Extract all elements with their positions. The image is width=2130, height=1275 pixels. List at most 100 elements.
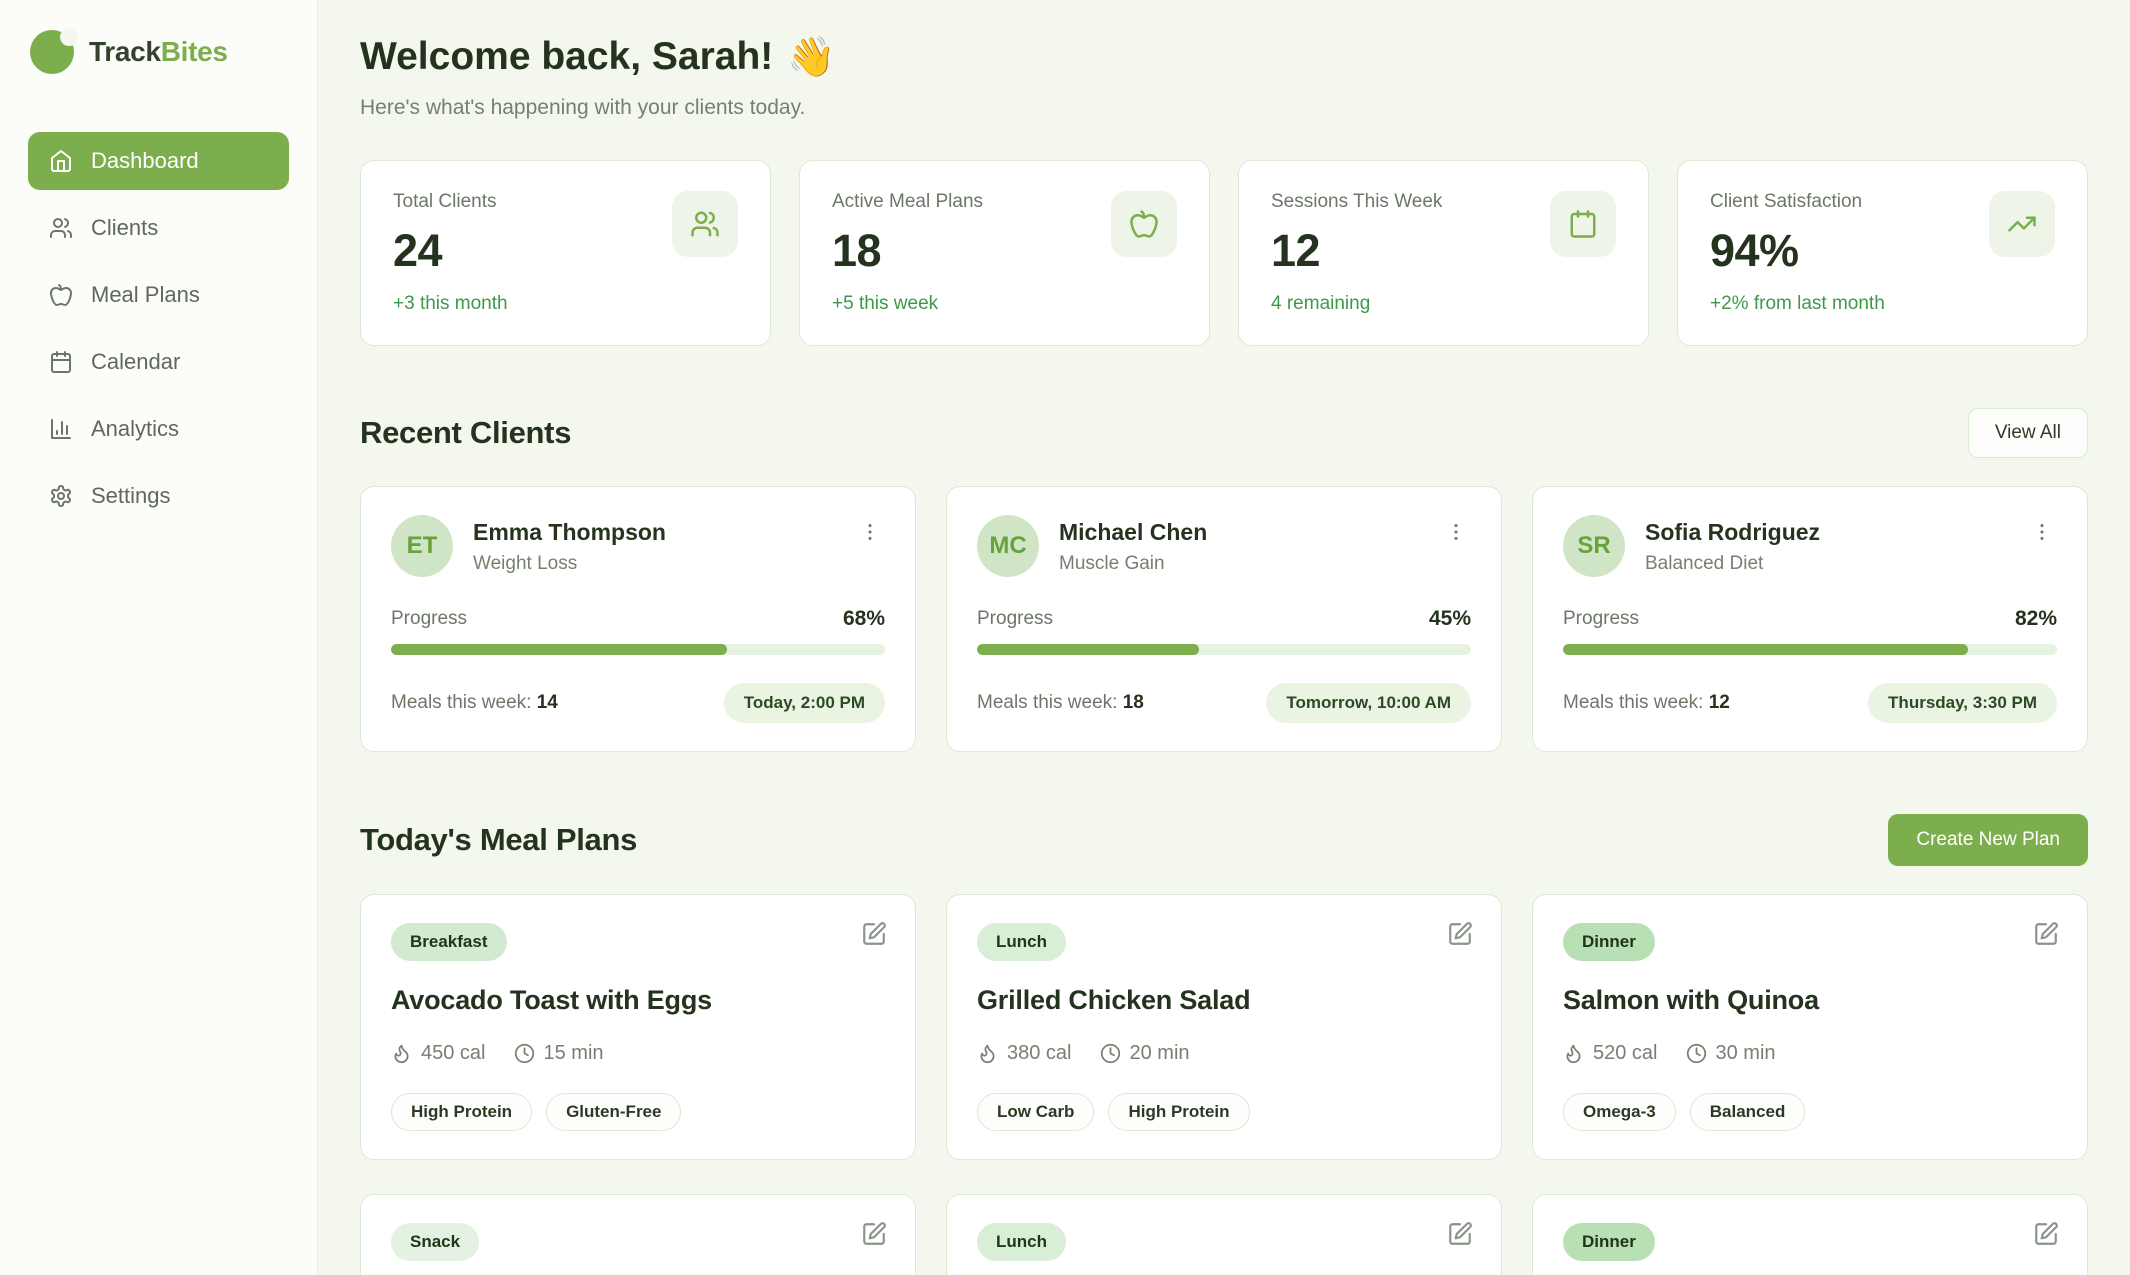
client-identity: Michael Chen Muscle Gain — [1059, 515, 1207, 575]
meal-category-badge: Snack — [391, 1223, 479, 1261]
sidebar-item-label: Clients — [91, 215, 158, 241]
sidebar-item-label: Settings — [91, 483, 171, 509]
kebab-menu-icon[interactable] — [2027, 515, 2057, 549]
stats-row: Total Clients 24 +3 this month Active Me… — [360, 160, 2088, 346]
edit-icon[interactable] — [1447, 1221, 1473, 1247]
meal-tags: Omega-3 Balanced — [1563, 1093, 2057, 1131]
sidebar-item-dashboard[interactable]: Dashboard — [28, 132, 289, 190]
stat-label: Active Meal Plans — [832, 191, 983, 213]
edit-icon[interactable] — [861, 921, 887, 947]
stat-card-sessions: Sessions This Week 12 4 remaining — [1238, 160, 1649, 346]
next-session-badge: Today, 2:00 PM — [724, 683, 885, 723]
progress-bar — [391, 644, 885, 655]
stat-card-text: Sessions This Week 12 4 remaining — [1271, 191, 1442, 315]
calories-value: 450 cal — [421, 1042, 486, 1065]
time-info: 20 min — [1100, 1042, 1190, 1065]
sidebar-item-calendar[interactable]: Calendar — [28, 333, 289, 391]
meal-card-avocado-toast: Breakfast Avocado Toast with Eggs 450 ca… — [360, 894, 916, 1160]
avatar: SR — [1563, 515, 1625, 577]
stat-card-active-meal-plans: Active Meal Plans 18 +5 this week — [799, 160, 1210, 346]
page-subtitle: Here's what's happening with your client… — [360, 96, 2088, 120]
meal-card-grilled-chicken-salad: Lunch Grilled Chicken Salad 380 cal 20 m… — [946, 894, 1502, 1160]
brand-name: TrackBites — [89, 36, 228, 68]
client-goal: Weight Loss — [473, 553, 666, 575]
calories-info: 450 cal — [391, 1042, 486, 1065]
meal-name: Salmon with Quinoa — [1563, 985, 2057, 1016]
avatar: MC — [977, 515, 1039, 577]
meal-tags: High Protein Gluten-Free — [391, 1093, 885, 1131]
meal-category-badge: Dinner — [1563, 1223, 1655, 1261]
meals-this-week: Meals this week: 12 — [1563, 692, 1730, 714]
edit-icon[interactable] — [1447, 921, 1473, 947]
view-all-button[interactable]: View All — [1968, 408, 2088, 458]
meal-plans-title: Today's Meal Plans — [360, 822, 637, 858]
welcome-text: Welcome back, Sarah! — [360, 35, 773, 79]
stat-card-text: Total Clients 24 +3 this month — [393, 191, 508, 315]
client-grid: ET Emma Thompson Weight Loss Progress 68… — [360, 486, 2088, 752]
clock-icon — [514, 1043, 535, 1064]
sidebar-item-clients[interactable]: Clients — [28, 199, 289, 257]
time-value: 15 min — [544, 1042, 604, 1065]
stat-label: Total Clients — [393, 191, 508, 213]
client-goal: Muscle Gain — [1059, 553, 1207, 575]
kebab-menu-icon[interactable] — [1441, 515, 1471, 549]
calories-info: 380 cal — [977, 1042, 1072, 1065]
waving-hand-emoji: 👋 — [787, 34, 836, 80]
brand-logo-icon — [30, 30, 74, 74]
client-goal: Balanced Diet — [1645, 553, 1820, 575]
client-name: Sofia Rodriguez — [1645, 519, 1820, 546]
progress-label: Progress — [1563, 608, 1639, 630]
clock-icon — [1100, 1043, 1121, 1064]
gear-icon — [49, 484, 73, 508]
create-new-plan-button[interactable]: Create New Plan — [1888, 814, 2088, 866]
meal-card-veggie-stir-fry: Dinner Veggie Stir-Fry 340 cal 25 min — [1532, 1194, 2088, 1275]
sidebar-item-label: Meal Plans — [91, 282, 200, 308]
time-info: 30 min — [1686, 1042, 1776, 1065]
users-icon — [672, 191, 738, 257]
calories-info: 520 cal — [1563, 1042, 1658, 1065]
client-identity: Emma Thompson Weight Loss — [473, 515, 666, 575]
stat-note: 4 remaining — [1271, 293, 1442, 315]
stat-card-text: Active Meal Plans 18 +5 this week — [832, 191, 983, 315]
calories-value: 380 cal — [1007, 1042, 1072, 1065]
meal-card-salmon-quinoa: Dinner Salmon with Quinoa 520 cal 30 min — [1532, 894, 2088, 1160]
client-identity: Sofia Rodriguez Balanced Diet — [1645, 515, 1820, 575]
progress-bar-fill — [1563, 644, 1968, 655]
calories-value: 520 cal — [1593, 1042, 1658, 1065]
meal-tag: Gluten-Free — [546, 1093, 681, 1131]
client-card-sofia-rodriguez: SR Sofia Rodriguez Balanced Diet Progres… — [1532, 486, 2088, 752]
kebab-menu-icon[interactable] — [855, 515, 885, 549]
bar-chart-icon — [49, 417, 73, 441]
stat-card-text: Client Satisfaction 94% +2% from last mo… — [1710, 191, 1885, 315]
sidebar-item-analytics[interactable]: Analytics — [28, 400, 289, 458]
edit-icon[interactable] — [861, 1221, 887, 1247]
stat-value: 18 — [832, 225, 983, 277]
meal-tags: Low Carb High Protein — [977, 1093, 1471, 1131]
time-info: 15 min — [514, 1042, 604, 1065]
meal-grid: Breakfast Avocado Toast with Eggs 450 ca… — [360, 894, 2088, 1275]
stat-label: Client Satisfaction — [1710, 191, 1885, 213]
meal-tag: Omega-3 — [1563, 1093, 1676, 1131]
stat-value: 94% — [1710, 225, 1885, 277]
flame-icon — [391, 1043, 412, 1064]
sidebar-item-meal-plans[interactable]: Meal Plans — [28, 266, 289, 324]
progress-bar — [977, 644, 1471, 655]
brand-name-bites: Bites — [161, 36, 228, 67]
stat-label: Sessions This Week — [1271, 191, 1442, 213]
stat-card-satisfaction: Client Satisfaction 94% +2% from last mo… — [1677, 160, 2088, 346]
sidebar-item-settings[interactable]: Settings — [28, 467, 289, 525]
sidebar-item-label: Dashboard — [91, 148, 199, 174]
stat-note: +3 this month — [393, 293, 508, 315]
meal-name: Grilled Chicken Salad — [977, 985, 1471, 1016]
home-icon — [49, 149, 73, 173]
edit-icon[interactable] — [2033, 1221, 2059, 1247]
meal-card-turkey-wrap: Lunch Turkey Wrap 420 cal 10 min — [946, 1194, 1502, 1275]
meal-tag: Balanced — [1690, 1093, 1806, 1131]
edit-icon[interactable] — [2033, 921, 2059, 947]
progress-bar-fill — [977, 644, 1199, 655]
main-content: Welcome back, Sarah! 👋 Here's what's hap… — [318, 0, 2130, 1275]
client-name: Emma Thompson — [473, 519, 666, 546]
meals-label: Meals this week: — [391, 692, 531, 713]
flame-icon — [1563, 1043, 1584, 1064]
time-value: 20 min — [1130, 1042, 1190, 1065]
